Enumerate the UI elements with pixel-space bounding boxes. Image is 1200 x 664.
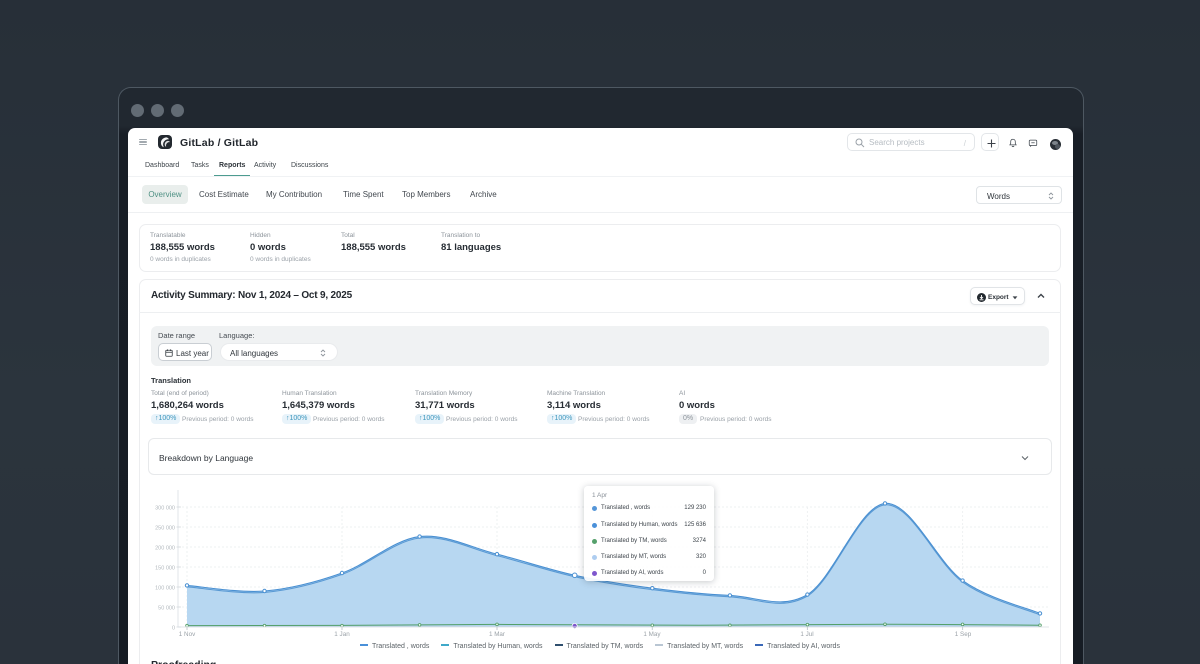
svg-text:1 Mar: 1 Mar <box>489 631 505 638</box>
svg-text:1 Jul: 1 Jul <box>800 631 813 638</box>
svg-text:1 May: 1 May <box>643 631 661 638</box>
svg-text:150 000: 150 000 <box>155 565 175 571</box>
svg-text:50 000: 50 000 <box>158 605 175 611</box>
svg-text:1 Jan: 1 Jan <box>334 631 350 638</box>
svg-text:300 000: 300 000 <box>155 505 175 511</box>
svg-text:250 000: 250 000 <box>155 525 175 531</box>
svg-text:1 Sep: 1 Sep <box>955 631 972 638</box>
svg-text:100 000: 100 000 <box>155 585 175 591</box>
svg-text:200 000: 200 000 <box>155 545 175 551</box>
svg-text:0: 0 <box>172 625 175 631</box>
svg-text:1 Nov: 1 Nov <box>179 631 196 638</box>
